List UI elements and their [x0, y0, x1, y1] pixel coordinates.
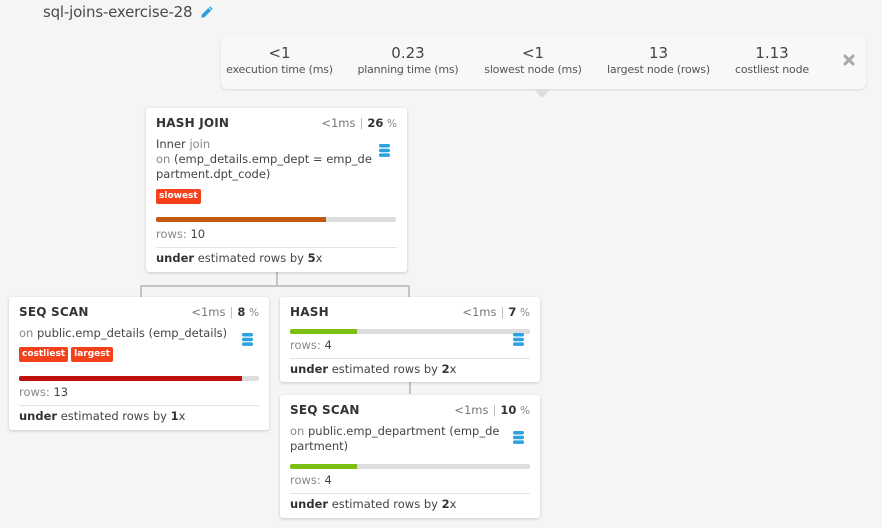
node-rows: rows: 13 — [19, 385, 69, 399]
node-timing: <1ms | 26 % — [321, 116, 397, 130]
database-icon — [242, 333, 253, 346]
stat-value: <1 — [268, 44, 291, 62]
plan-node-hash-join[interactable]: HASH JOIN <1ms | 26 % Inner join on (emp_d… — [146, 108, 407, 272]
percent-sign: % — [387, 118, 397, 130]
node-percent: 7 — [508, 305, 517, 319]
divider — [290, 493, 530, 494]
node-time: <1 — [321, 116, 339, 130]
connector-line — [140, 285, 410, 287]
pencil-icon[interactable] — [200, 5, 214, 19]
node-header: HASH JOIN <1ms | 26 % — [156, 116, 397, 130]
stat-label: largest node (rows) — [607, 63, 710, 76]
stat-execution-time: <1 execution time (ms) — [221, 43, 338, 77]
cost-bar — [290, 329, 530, 334]
badge-slowest: slowest — [156, 189, 201, 204]
stat-value: 1.13 — [755, 44, 789, 62]
node-badges: slowest — [156, 189, 201, 204]
estimate-note: under estimated rows by 1x — [19, 409, 186, 423]
database-icon — [379, 144, 390, 157]
database-icon — [513, 333, 524, 346]
cost-bar-fill — [156, 217, 327, 222]
relation-name: public.emp_details (emp_details) — [36, 326, 228, 340]
divider — [19, 405, 259, 406]
node-title: SEQ SCAN — [19, 305, 89, 319]
stat-value: 13 — [648, 44, 669, 62]
stat-value: 0.23 — [391, 44, 425, 62]
close-icon[interactable] — [843, 54, 855, 66]
cost-bar — [19, 376, 259, 381]
page-title-row: sql-joins-exercise-28 — [43, 3, 214, 21]
badge-costliest: costliest — [19, 347, 69, 362]
rows-value: 13 — [53, 385, 69, 399]
connector-line — [276, 272, 278, 286]
stat-label: slowest node (ms) — [484, 63, 582, 76]
plan-node-seq-scan-emp-department[interactable]: SEQ SCAN <1ms | 10 % on public.emp_departm… — [280, 395, 540, 518]
plan-node-seq-scan-emp-details[interactable]: SEQ SCAN <1ms | 8 % on public.emp_details … — [9, 297, 269, 430]
stat-planning-time: 0.23 planning time (ms) — [349, 43, 467, 77]
node-time-unit: ms — [338, 116, 356, 130]
estimate-note: under estimated rows by 2x — [290, 497, 457, 511]
connector-line — [409, 382, 411, 394]
stat-slowest-node: <1 slowest node (ms) — [479, 43, 587, 77]
divider — [156, 247, 397, 248]
stat-label: planning time (ms) — [357, 63, 459, 76]
stat-largest-node: 13 largest node (rows) — [601, 43, 716, 77]
cost-bar — [290, 464, 530, 469]
node-badges: costliest largest — [19, 347, 113, 362]
node-timing: <1ms | 8 % — [191, 305, 259, 319]
join-type: Inner — [156, 137, 186, 151]
rows-value: 4 — [324, 338, 332, 352]
page-title: sql-joins-exercise-28 — [43, 3, 193, 21]
badge-largest: largest — [71, 347, 113, 362]
node-timing: <1ms | 10 % — [454, 403, 530, 417]
stat-costliest-node: 1.13 costliest node — [726, 43, 818, 77]
cost-bar-fill — [19, 376, 243, 381]
node-description: on public.emp_details (emp_details) — [19, 326, 228, 340]
rows-value: 10 — [190, 227, 206, 241]
node-timing: <1ms | 7 % — [462, 305, 530, 319]
rows-value: 4 — [324, 473, 332, 487]
stat-label: costliest node — [735, 63, 809, 76]
join-word: join — [189, 137, 211, 151]
join-condition: (emp_details.emp_dept = emp_de — [173, 152, 372, 166]
cost-bar — [156, 217, 396, 222]
node-percent: 26 — [367, 116, 384, 130]
node-percent: 8 — [237, 305, 246, 319]
estimate-note: under estimated rows by 2x — [290, 362, 457, 376]
connector-line — [408, 285, 410, 297]
stats-pointer — [534, 89, 550, 98]
node-title: HASH JOIN — [156, 116, 230, 130]
join-condition-cont: partment.dpt_code) — [156, 167, 271, 181]
node-rows: rows: 10 — [156, 227, 206, 241]
cost-bar-fill — [290, 464, 358, 469]
on-keyword: on — [156, 152, 171, 166]
relation-name-cont: partment) — [290, 439, 349, 453]
node-header: SEQ SCAN <1ms | 8 % — [19, 305, 259, 319]
plan-node-hash[interactable]: HASH <1ms | 7 % rows: 4 under estimated ro… — [280, 297, 540, 382]
stat-value: <1 — [521, 44, 545, 62]
connector-line — [140, 285, 142, 297]
node-title: SEQ SCAN — [290, 403, 360, 417]
node-percent: 10 — [500, 403, 517, 417]
divider — [290, 358, 530, 359]
node-header: SEQ SCAN <1ms | 10 % — [290, 403, 530, 417]
node-title: HASH — [290, 305, 329, 319]
node-description: Inner join on (emp_details.emp_dept = em… — [156, 137, 372, 182]
cost-bar-fill — [290, 329, 358, 334]
stat-label: execution time (ms) — [226, 63, 333, 76]
stats-summary: <1 execution time (ms) 0.23 planning tim… — [221, 37, 866, 89]
database-icon — [513, 431, 524, 444]
node-description: on public.emp_department (emp_de partmen… — [290, 424, 500, 453]
relation-name: public.emp_department (emp_de — [307, 424, 500, 438]
node-rows: rows: 4 — [290, 473, 332, 487]
estimate-note: under estimated rows by 5x — [156, 251, 323, 265]
node-rows: rows: 4 — [290, 338, 332, 352]
node-header: HASH <1ms | 7 % — [290, 305, 530, 319]
